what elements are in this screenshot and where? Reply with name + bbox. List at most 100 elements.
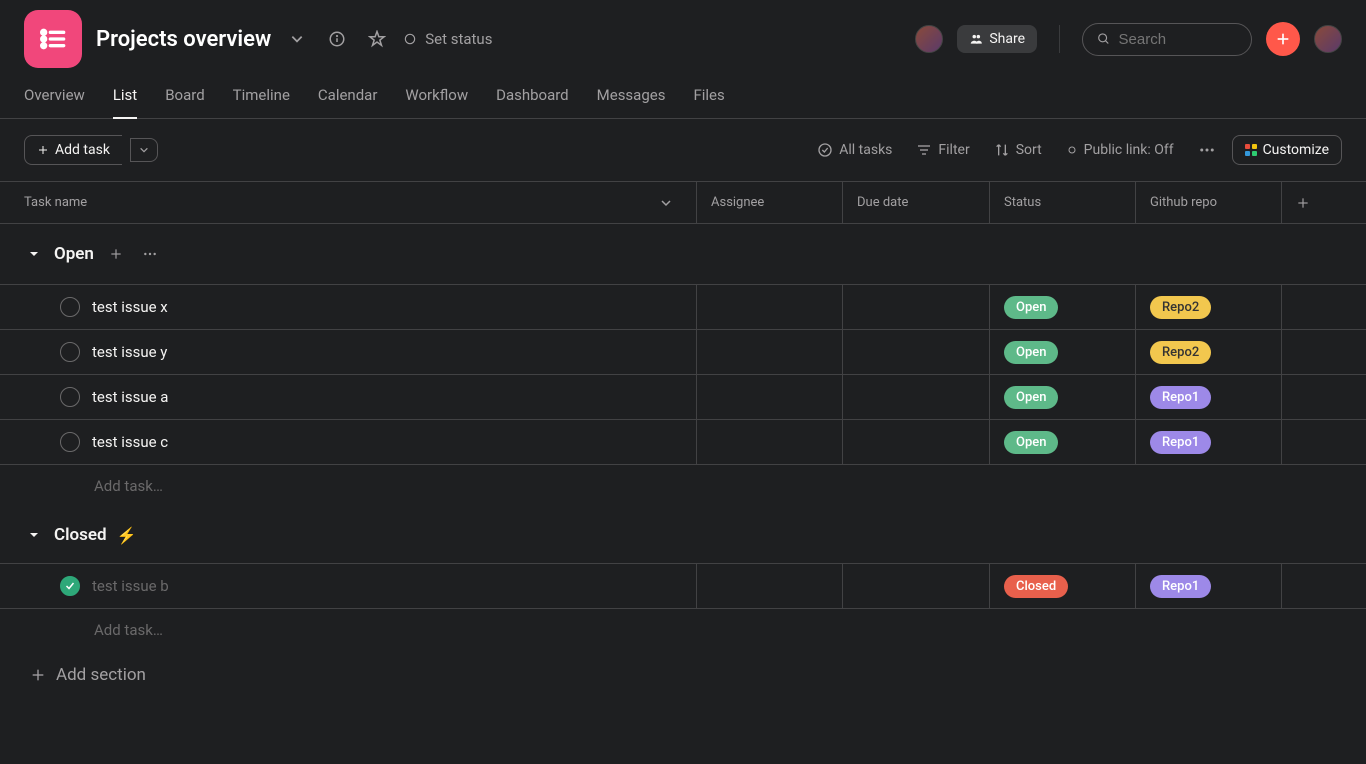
column-assignee[interactable]: Assignee — [697, 182, 843, 223]
project-dropdown-icon[interactable] — [283, 25, 311, 53]
status-cell[interactable]: Open — [990, 285, 1136, 329]
tab-overview[interactable]: Overview — [24, 78, 85, 118]
task-row[interactable]: test issue a Open Repo1 — [0, 374, 1366, 419]
status-pill: Open — [1004, 296, 1058, 319]
repo-pill: Repo1 — [1150, 386, 1211, 409]
search-input[interactable] — [1119, 31, 1237, 48]
set-status-label: Set status — [425, 30, 492, 48]
complete-checkbox[interactable] — [60, 342, 80, 362]
customize-icon — [1245, 144, 1257, 156]
repo-cell[interactable]: Repo1 — [1136, 564, 1282, 608]
status-cell[interactable]: Closed — [990, 564, 1136, 608]
status-pill: Open — [1004, 431, 1058, 454]
due-date-cell[interactable] — [843, 285, 990, 329]
page-title: Projects overview — [96, 27, 271, 52]
assignee-cell[interactable] — [697, 375, 843, 419]
assignee-cell[interactable] — [697, 330, 843, 374]
search-icon — [1097, 31, 1111, 47]
add-task-row[interactable]: Add task… — [0, 465, 1366, 507]
section-header: Open — [0, 224, 1366, 284]
column-due-date[interactable]: Due date — [843, 182, 990, 223]
repo-cell[interactable]: Repo2 — [1136, 285, 1282, 329]
add-task-dropdown[interactable] — [130, 138, 158, 162]
status-cell[interactable]: Open — [990, 420, 1136, 464]
sort-button[interactable]: Sort — [986, 136, 1050, 164]
add-task-label: Add task — [55, 142, 110, 158]
assignee-cell[interactable] — [697, 285, 843, 329]
due-date-cell[interactable] — [843, 420, 990, 464]
task-row[interactable]: test issue y Open Repo2 — [0, 329, 1366, 374]
status-cell[interactable]: Open — [990, 375, 1136, 419]
tabs: Overview List Board Timeline Calendar Workflo… — [0, 68, 1366, 119]
complete-checkbox[interactable] — [60, 297, 80, 317]
bolt-icon: ⚡ — [117, 526, 137, 545]
tab-workflow[interactable]: Workflow — [405, 78, 468, 118]
column-github-repo[interactable]: Github repo — [1136, 182, 1282, 223]
global-add-button[interactable] — [1266, 22, 1300, 56]
member-avatar[interactable] — [915, 25, 943, 53]
complete-checkbox[interactable] — [60, 387, 80, 407]
task-row[interactable]: test issue b Closed Repo1 — [0, 563, 1366, 609]
assignee-cell[interactable] — [697, 420, 843, 464]
tab-calendar[interactable]: Calendar — [318, 78, 378, 118]
section-header: Closed ⚡ — [0, 507, 1366, 563]
tab-dashboard[interactable]: Dashboard — [496, 78, 569, 118]
column-task-name[interactable]: Task name — [0, 182, 697, 223]
project-icon[interactable] — [24, 10, 82, 68]
add-section-button[interactable]: Add section — [0, 651, 1366, 699]
task-row[interactable]: test issue x Open Repo2 — [0, 284, 1366, 329]
section-name: Open — [54, 244, 94, 264]
table-header: Task name Assignee Due date Status Githu… — [0, 181, 1366, 224]
assignee-cell[interactable] — [697, 564, 843, 608]
status-pill: Closed — [1004, 575, 1068, 598]
star-icon[interactable] — [363, 25, 391, 53]
user-avatar[interactable] — [1314, 25, 1342, 53]
task-name: test issue y — [92, 343, 167, 361]
add-task-row[interactable]: Add task… — [0, 609, 1366, 651]
all-tasks-button[interactable]: All tasks — [809, 136, 900, 164]
add-task-button[interactable]: Add task — [24, 135, 122, 165]
share-button[interactable]: Share — [957, 25, 1037, 53]
repo-cell[interactable]: Repo1 — [1136, 375, 1282, 419]
toolbar: Add task All tasks Filter Sort Public li… — [0, 119, 1366, 181]
due-date-cell[interactable] — [843, 375, 990, 419]
complete-checkbox[interactable] — [60, 576, 80, 596]
repo-pill: Repo1 — [1150, 431, 1211, 454]
more-options-button[interactable] — [1190, 135, 1224, 165]
repo-pill: Repo2 — [1150, 296, 1211, 319]
repo-pill: Repo1 — [1150, 575, 1211, 598]
tab-files[interactable]: Files — [693, 78, 724, 118]
search-box[interactable] — [1082, 23, 1252, 56]
due-date-cell[interactable] — [843, 564, 990, 608]
filter-button[interactable]: Filter — [908, 136, 977, 164]
add-column-button[interactable] — [1282, 182, 1366, 223]
status-cell[interactable]: Open — [990, 330, 1136, 374]
repo-cell[interactable]: Repo2 — [1136, 330, 1282, 374]
due-date-cell[interactable] — [843, 330, 990, 374]
tab-timeline[interactable]: Timeline — [233, 78, 290, 118]
task-name: test issue x — [92, 298, 168, 316]
column-status[interactable]: Status — [990, 182, 1136, 223]
chevron-down-icon — [660, 197, 672, 209]
tab-list[interactable]: List — [113, 78, 137, 118]
section-name: Closed — [54, 525, 107, 545]
status-pill: Open — [1004, 386, 1058, 409]
section-more-button[interactable] — [138, 242, 162, 266]
repo-pill: Repo2 — [1150, 341, 1211, 364]
section-add-button[interactable] — [104, 242, 128, 266]
customize-button[interactable]: Customize — [1232, 135, 1342, 165]
complete-checkbox[interactable] — [60, 432, 80, 452]
repo-cell[interactable]: Repo1 — [1136, 420, 1282, 464]
public-link-button[interactable]: Public link: Off — [1058, 136, 1182, 164]
collapse-icon[interactable] — [24, 244, 44, 264]
set-status-button[interactable]: Set status — [403, 30, 492, 48]
tab-messages[interactable]: Messages — [597, 78, 666, 118]
task-name: test issue a — [92, 388, 168, 406]
divider — [1059, 25, 1060, 53]
tab-board[interactable]: Board — [165, 78, 204, 118]
info-icon[interactable] — [323, 25, 351, 53]
task-row[interactable]: test issue c Open Repo1 — [0, 419, 1366, 465]
task-name: test issue c — [92, 433, 168, 451]
header: Projects overview Set status Share — [0, 0, 1366, 68]
collapse-icon[interactable] — [24, 525, 44, 545]
